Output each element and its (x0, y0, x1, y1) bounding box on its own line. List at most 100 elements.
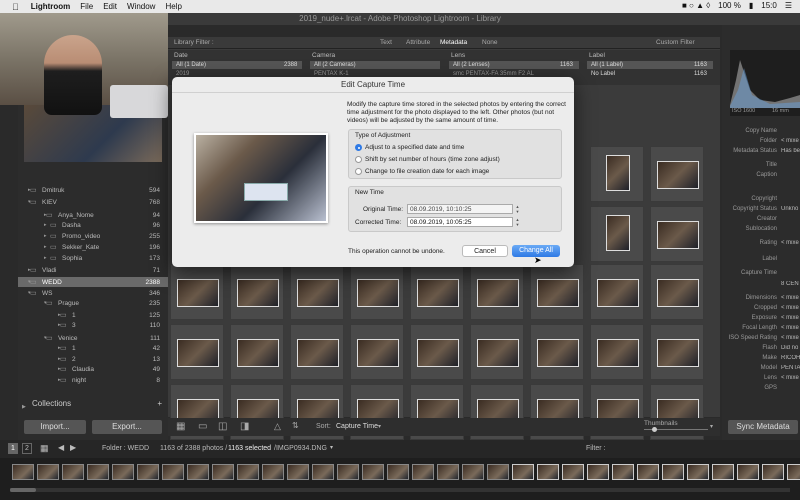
filmstrip-thumbnail[interactable] (212, 464, 234, 480)
filmstrip-thumbnail[interactable] (387, 464, 409, 480)
folder-row[interactable]: ▸ ▭ 3 110 (18, 320, 168, 330)
toolbar-menu-icon[interactable]: ▾ (710, 423, 713, 430)
menu-edit[interactable]: Edit (103, 2, 117, 11)
filmstrip-thumbnail[interactable] (487, 464, 509, 480)
metadata-value[interactable]: Unkno (781, 206, 800, 212)
apple-menu[interactable]:  (12, 2, 19, 12)
photo-thumbnail[interactable] (357, 279, 399, 307)
grid-cell[interactable] (230, 264, 284, 320)
metadata-value[interactable]: 8 CENT (781, 281, 800, 287)
filmstrip-scroll-thumb[interactable] (10, 488, 36, 492)
photo-thumbnail[interactable] (606, 155, 630, 191)
grid-cell[interactable] (290, 264, 344, 320)
grid-cell[interactable] (170, 324, 224, 380)
sync-metadata-button[interactable]: Sync Metadata (728, 420, 798, 434)
photo-thumbnail[interactable] (297, 339, 339, 367)
export-button[interactable]: Export... (92, 420, 162, 434)
grid-cell[interactable] (590, 324, 644, 380)
folder-row[interactable]: ▸ ▭ Anya_Nome 94 (18, 210, 168, 220)
import-button[interactable]: Import... (24, 420, 86, 434)
grid-cell[interactable] (350, 264, 404, 320)
metadata-value[interactable]: < mixe (781, 295, 800, 301)
menu-help[interactable]: Help (165, 2, 181, 11)
filter-tab-text[interactable]: Text (380, 39, 392, 46)
camera-all-row[interactable]: All (2 Cameras) (314, 62, 356, 68)
filmstrip-thumbnail[interactable] (287, 464, 309, 480)
metadata-value[interactable]: < mixe (781, 240, 800, 246)
corrected-time-stepper-icon[interactable]: ▲ ▼ (515, 217, 520, 227)
folder-row[interactable]: ▸ ▭ Promo_video 255 (18, 231, 168, 241)
radio-file-creation[interactable] (355, 168, 362, 175)
disclosure-arrow-icon[interactable]: ▸ (44, 222, 47, 228)
metadata-value[interactable]: < mixe (781, 315, 800, 321)
column-header-lens[interactable]: Lens (451, 52, 465, 59)
folder-row[interactable]: ▸ ▭ 1 42 (18, 343, 168, 353)
grid-cell[interactable] (590, 146, 644, 202)
folder-row[interactable]: ▾ ▭ WS 346 (18, 288, 168, 298)
photo-thumbnail[interactable] (177, 279, 219, 307)
radio-shift-hours-label[interactable]: Shift by set number of hours (time zone … (365, 156, 500, 163)
photo-thumbnail[interactable] (657, 161, 699, 189)
filmstrip-thumbnail[interactable] (112, 464, 134, 480)
filmstrip-thumbnail[interactable] (512, 464, 534, 480)
filmstrip-thumbnail[interactable] (362, 464, 384, 480)
photo-thumbnail[interactable] (537, 339, 579, 367)
folder-row[interactable]: ▸ ▭ Sophia 173 (18, 253, 168, 263)
photo-thumbnail[interactable] (417, 339, 459, 367)
disclosure-arrow-icon[interactable]: ▸ (44, 233, 47, 239)
filmstrip-thumbnail[interactable] (462, 464, 484, 480)
back-icon[interactable]: ◀ (58, 443, 64, 452)
photo-thumbnail[interactable] (417, 279, 459, 307)
folder-row[interactable]: ▸ ▭ night 8 (18, 375, 168, 385)
lens-all-row[interactable]: All (2 Lenses) (453, 62, 490, 68)
filmstrip-thumbnail[interactable] (187, 464, 209, 480)
folder-row[interactable]: ▾ ▭ Venice 111 (18, 333, 168, 343)
metadata-value[interactable]: < mixe (781, 335, 800, 341)
photo-thumbnail[interactable] (657, 279, 699, 307)
filmstrip-thumbnail[interactable] (12, 464, 34, 480)
disclosure-arrow-icon[interactable]: ▸ (44, 244, 47, 250)
filmstrip-thumbnail[interactable] (37, 464, 59, 480)
grid-cell[interactable] (170, 264, 224, 320)
radio-adjust-specified[interactable] (355, 144, 362, 151)
folder-breadcrumb[interactable]: Folder : WEDD (102, 445, 149, 452)
metadata-value[interactable]: RICOH (781, 355, 800, 361)
forward-icon[interactable]: ▶ (70, 443, 76, 452)
cancel-button[interactable]: Cancel (462, 245, 508, 257)
menu-extras-icon[interactable]: ☰ (785, 1, 792, 10)
grid-cell[interactable] (530, 264, 584, 320)
folder-row[interactable]: ▾ ▭ Prague 235 (18, 298, 168, 308)
filmstrip-thumbnail[interactable] (237, 464, 259, 480)
filmstrip-thumbnail[interactable] (587, 464, 609, 480)
secondary-window-1[interactable]: 1 (8, 443, 18, 454)
file-dropdown-icon[interactable]: ▾ (330, 444, 333, 451)
folder-row[interactable]: ▸ ▭ 2 13 (18, 354, 168, 364)
column-header-date[interactable]: Date (174, 52, 188, 59)
grid-cell[interactable] (590, 264, 644, 320)
photo-thumbnail[interactable] (537, 279, 579, 307)
grid-cell[interactable] (230, 324, 284, 380)
photo-thumbnail[interactable] (177, 339, 219, 367)
folder-row[interactable]: ▸ ▭ Sekker_Kate 196 (18, 242, 168, 252)
filmstrip-thumbnail[interactable] (437, 464, 459, 480)
photo-thumbnail[interactable] (657, 339, 699, 367)
grid-view-icon[interactable]: ▦ (176, 421, 185, 432)
folder-row[interactable]: ▸ ▭ 1 125 (18, 310, 168, 320)
app-menu[interactable]: Lightroom (31, 2, 71, 11)
photo-thumbnail[interactable] (597, 339, 639, 367)
grid-cell[interactable] (470, 324, 524, 380)
filmstrip-thumbnail[interactable] (612, 464, 634, 480)
loupe-view-icon[interactable]: ▭ (198, 421, 207, 432)
photo-thumbnail[interactable] (606, 215, 630, 251)
photo-thumbnail[interactable] (597, 279, 639, 307)
folder-row[interactable]: ▸ ▭ Dmitruk 594 (18, 185, 168, 195)
filmstrip-thumbnail[interactable] (562, 464, 584, 480)
filmstrip-thumbnail[interactable] (337, 464, 359, 480)
grid-cell[interactable] (350, 324, 404, 380)
secondary-window-2[interactable]: 2 (22, 443, 32, 454)
spray-can-icon[interactable]: △ (274, 421, 281, 432)
filmstrip-thumbnail[interactable] (312, 464, 334, 480)
photo-thumbnail[interactable] (237, 339, 279, 367)
grid-cell[interactable] (410, 264, 464, 320)
grid-cell[interactable] (650, 264, 704, 320)
